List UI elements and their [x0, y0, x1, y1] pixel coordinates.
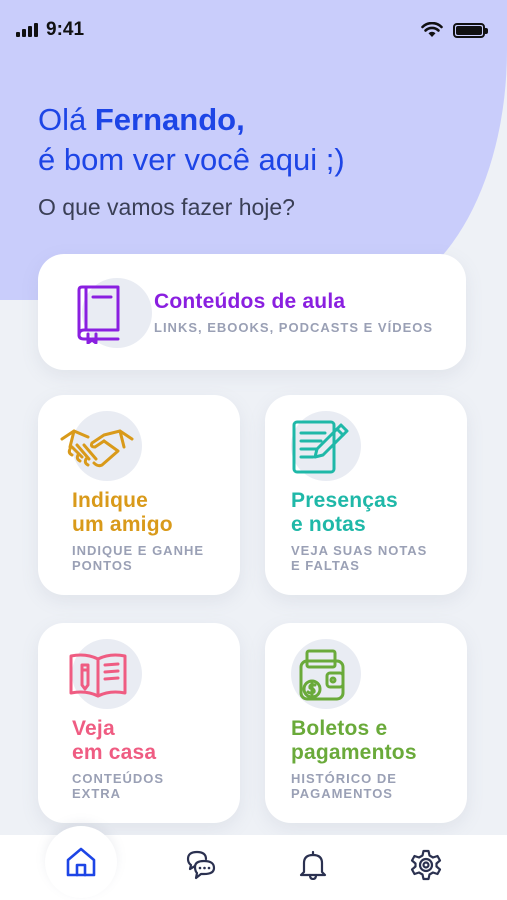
card-subtitle: VEJA SUAS NOTAS E FALTAS	[291, 543, 428, 573]
card-veja-em-casa[interactable]: Veja em casa CONTEÚDOS EXTRA	[38, 623, 240, 823]
tab-chat[interactable]	[184, 848, 218, 882]
greeting-line-1: Olá Fernando,	[38, 102, 245, 137]
card-subtitle: INDIQUE E GANHE PONTOS	[72, 543, 205, 573]
signal-icon	[16, 23, 38, 37]
tab-settings[interactable]	[409, 848, 443, 882]
tab-notifications[interactable]	[296, 848, 330, 882]
home-icon	[66, 847, 96, 877]
handshake-icon	[60, 429, 134, 468]
user-name: Fernando,	[94, 102, 245, 137]
card-boletos-pagamentos[interactable]: Boletos e pagamentos HISTÓRICO DE PAGAME…	[265, 623, 467, 823]
open-book-pencil-icon	[69, 653, 127, 698]
status-time: 9:41	[46, 19, 85, 40]
status-bar: 9:41	[0, 0, 507, 60]
gear-icon	[410, 849, 442, 881]
card-subtitle: CONTEÚDOS EXTRA	[72, 771, 165, 801]
card-subtitle: HISTÓRICO DE PAGAMENTOS	[291, 771, 397, 801]
tab-home[interactable]	[45, 826, 117, 898]
card-presencas-notas[interactable]: Presenças e notas VEJA SUAS NOTAS E FALT…	[265, 395, 467, 595]
card-title: Veja em casa	[72, 717, 157, 764]
card-title: Boletos e pagamentos	[291, 717, 417, 764]
wifi-icon	[421, 22, 443, 37]
card-title: Conteúdos de aula	[154, 290, 346, 313]
notepad-pen-icon	[292, 420, 349, 474]
card-title: Presenças e notas	[291, 489, 398, 536]
greeting-line-2: é bom ver você aqui ;)	[38, 142, 345, 177]
greeting-question: O que vamos fazer hoje?	[38, 194, 295, 220]
card-subtitle: LINKS, EBOOKS, PODCASTS E VÍDEOS	[154, 320, 434, 335]
battery-icon	[453, 22, 488, 38]
greeting: Olá Fernando, é bom ver você aqui ;) O q…	[38, 100, 345, 221]
card-title: Indique um amigo	[72, 489, 173, 536]
wallet-money-icon	[299, 649, 345, 701]
chat-icon	[186, 850, 216, 880]
card-conteudos-de-aula[interactable]: Conteúdos de aula LINKS, EBOOKS, PODCAST…	[38, 254, 466, 370]
book-icon	[77, 285, 120, 344]
bell-icon	[299, 850, 327, 880]
card-indique-amigo[interactable]: Indique um amigo INDIQUE E GANHE PONTOS	[38, 395, 240, 595]
